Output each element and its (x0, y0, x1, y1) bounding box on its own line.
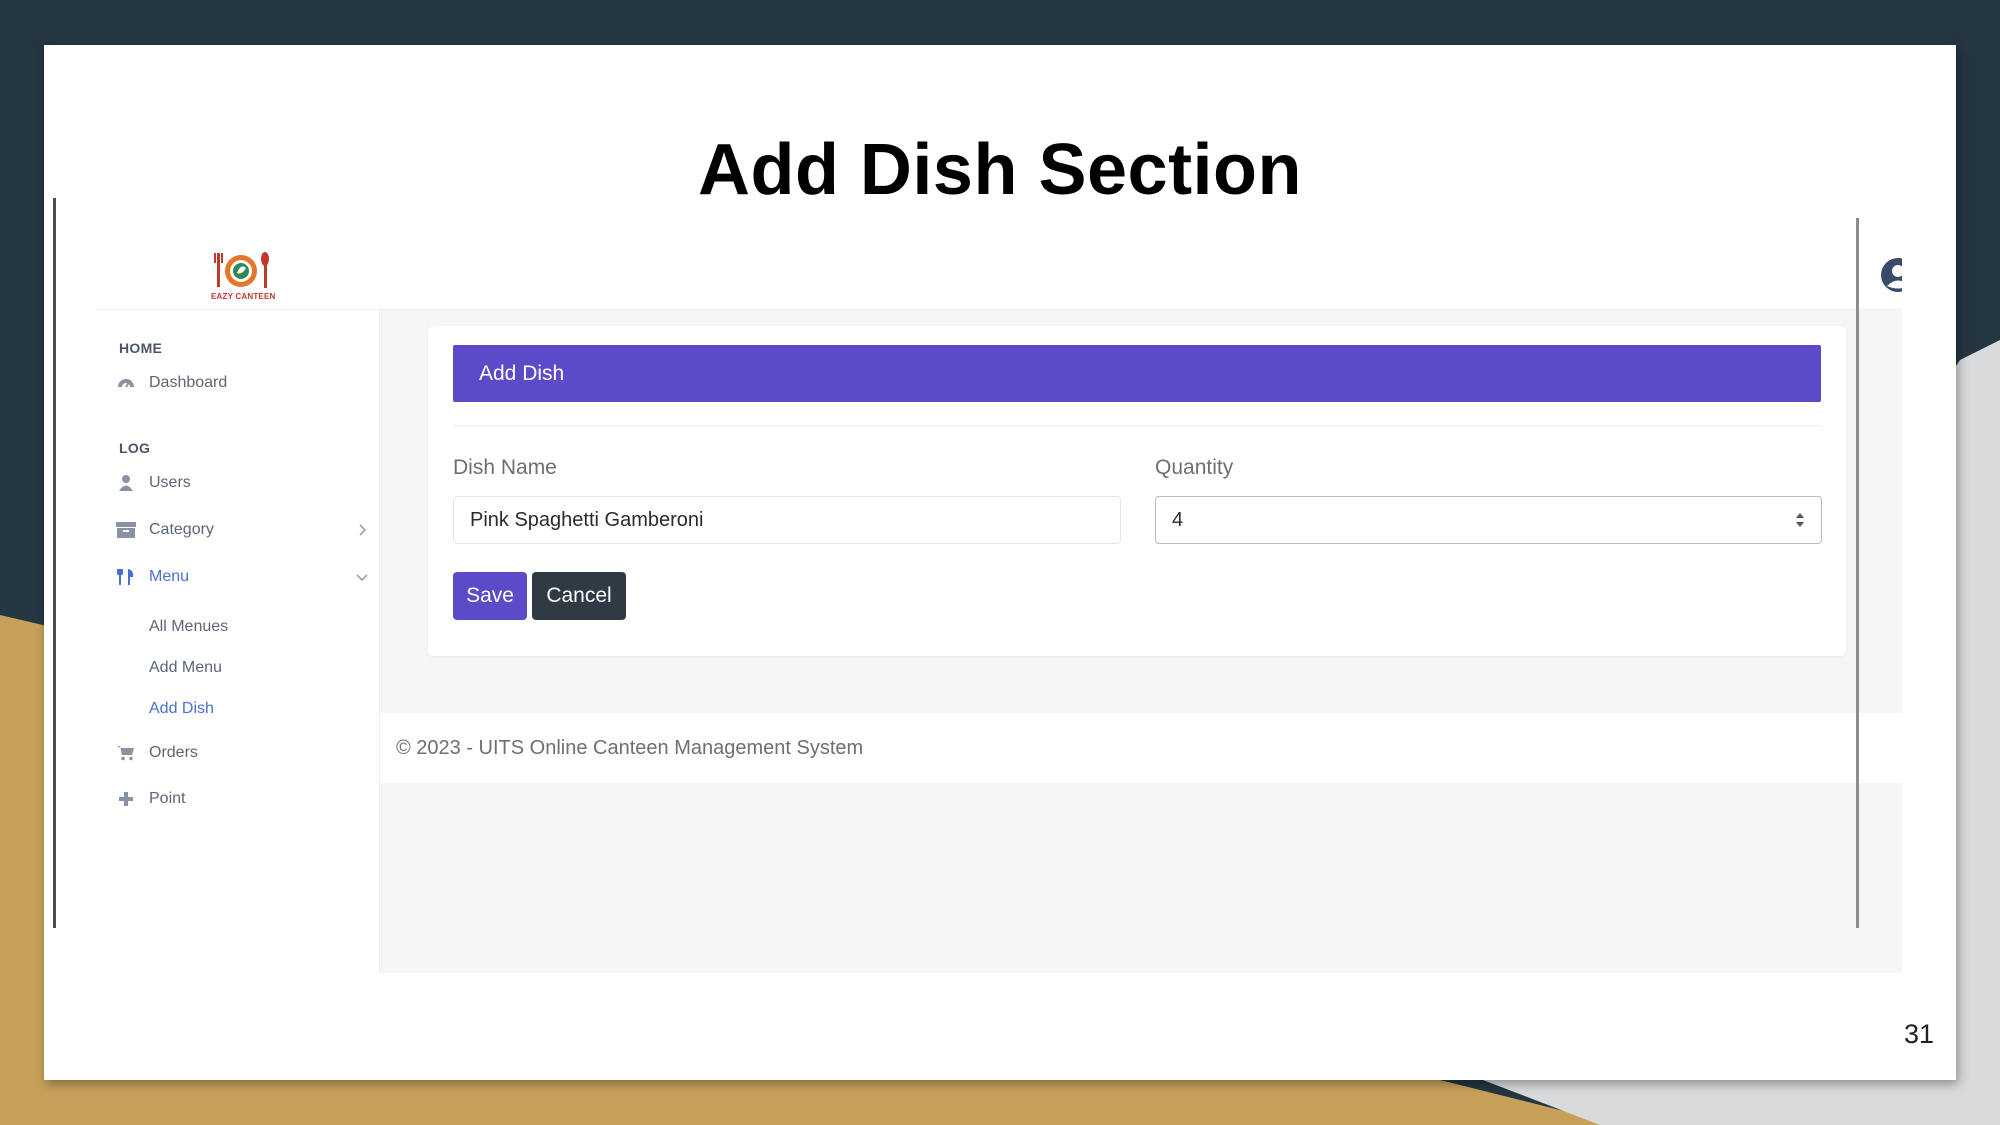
footer-copyright: © 2023 - UITS Online Canteen Management … (396, 736, 864, 759)
main-content: Add Dish Dish Name Quantity Save Cancel … (380, 310, 1902, 973)
slide: Add Dish Section EAZY CANTEEN HOME Dashb… (44, 45, 1956, 1080)
chevron-right-icon[interactable] (355, 523, 369, 537)
sidebar-item-label: Menu (149, 568, 190, 585)
sidebar-section-log: LOG (119, 440, 151, 456)
top-navbar: EAZY CANTEEN (97, 243, 1902, 310)
sidebar-item-point[interactable]: Point (115, 784, 185, 814)
chevron-down-icon[interactable] (355, 570, 369, 584)
sidebar-section-home: HOME (119, 340, 163, 356)
quantity-label: Quantity (1155, 456, 1234, 479)
add-dish-card: Add Dish Dish Name Quantity Save Cancel (428, 326, 1846, 656)
plus-icon (115, 788, 137, 810)
sidebar-item-label: Dashboard (149, 374, 228, 391)
quantity-input[interactable] (1155, 496, 1822, 544)
dish-name-input[interactable] (453, 496, 1121, 544)
sidebar-item-label: Category (149, 521, 214, 538)
user-icon (115, 472, 137, 494)
utensils-icon (115, 566, 137, 588)
sidebar-item-users[interactable]: Users (115, 468, 191, 498)
app-screenshot: EAZY CANTEEN HOME Dashboard LOG Users Ca… (97, 243, 1902, 973)
sidebar-subitem-all-menues[interactable]: All Menues (149, 618, 228, 636)
sidebar: HOME Dashboard LOG Users Category Menu A… (97, 310, 380, 973)
footer: © 2023 - UITS Online Canteen Management … (380, 713, 1902, 783)
sidebar-item-dashboard[interactable]: Dashboard (115, 368, 227, 398)
sidebar-subitem-add-dish[interactable]: Add Dish (149, 700, 214, 718)
stepper-arrows-icon[interactable] (1793, 509, 1807, 531)
card-divider (453, 425, 1821, 426)
screenshot-left-border (53, 198, 56, 928)
logo-text: EAZY CANTEEN (211, 292, 276, 301)
save-button[interactable]: Save (453, 572, 527, 620)
sidebar-item-label: Point (149, 790, 186, 807)
sidebar-item-label: Orders (149, 744, 198, 761)
user-avatar-icon[interactable] (1880, 257, 1902, 293)
sidebar-item-label: Users (149, 474, 191, 491)
cancel-button[interactable]: Cancel (532, 572, 626, 620)
sidebar-item-orders[interactable]: Orders (115, 738, 198, 768)
dashboard-icon (115, 372, 137, 394)
screenshot-right-border (1856, 218, 1859, 928)
archive-icon (115, 519, 137, 541)
dish-name-label: Dish Name (453, 456, 557, 479)
card-header: Add Dish (453, 345, 1821, 402)
sidebar-item-menu[interactable]: Menu (115, 562, 189, 592)
cart-icon (115, 742, 137, 764)
slide-page-number: 31 (1903, 1019, 1934, 1049)
sidebar-subitem-add-menu[interactable]: Add Menu (149, 659, 222, 677)
slide-title: Add Dish Section (697, 130, 1303, 210)
sidebar-item-category[interactable]: Category (115, 515, 214, 545)
